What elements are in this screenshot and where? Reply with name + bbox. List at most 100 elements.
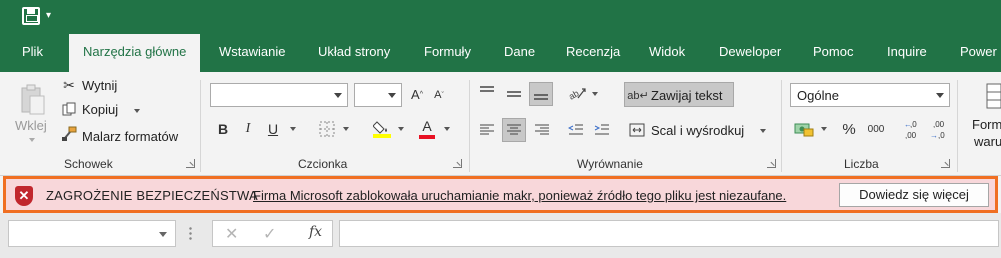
shield-icon: ✕ [15, 186, 33, 206]
copy-dropdown-icon[interactable] [134, 109, 140, 113]
align-top-icon[interactable] [478, 84, 496, 100]
increase-decimal-icon[interactable]: ← ,0,00 [900, 117, 922, 141]
accounting-format-icon[interactable] [793, 120, 815, 138]
insert-function-icon[interactable]: fx [309, 224, 322, 240]
wrap-text-icon: ab↵ [627, 89, 649, 102]
accounting-dropdown-icon[interactable] [821, 127, 827, 131]
tab-power[interactable]: Power [960, 34, 997, 72]
alignment-launcher-icon[interactable] [767, 159, 776, 168]
formula-buttons: ✕ ✓ fx [212, 220, 333, 247]
paste-dropdown-icon[interactable] [29, 138, 35, 142]
ribbon: Wklej ✂ Wytnij Kopiuj Malarz formatów Sc… [0, 72, 1001, 176]
comma-style-button[interactable]: 000 [864, 120, 888, 138]
group-divider [781, 80, 782, 172]
svg-text:,00: ,00 [933, 120, 945, 129]
increase-indent-icon[interactable] [593, 122, 611, 138]
borders-dropdown-icon[interactable] [343, 127, 349, 131]
font-size-combobox[interactable] [354, 83, 402, 107]
chevron-down-icon [936, 93, 944, 98]
title-bar: ▾ [0, 0, 1001, 34]
conditional-formatting-icon[interactable] [985, 82, 1001, 110]
conditional-formatting-label-1[interactable]: Form [972, 117, 1001, 132]
tab-deweloper[interactable]: Deweloper [719, 34, 781, 72]
align-bottom-icon[interactable] [529, 82, 553, 106]
formula-bar: ✕ ✓ fx [0, 213, 1001, 258]
tab-pomoc[interactable]: Pomoc [813, 34, 853, 72]
font-group-label: Czcionka [298, 157, 348, 171]
decrease-decimal-icon[interactable]: ,00 → ,0 [928, 117, 950, 141]
fill-color-icon[interactable] [372, 118, 392, 140]
copy-icon [61, 101, 77, 117]
percent-style-button[interactable]: % [840, 119, 858, 139]
bold-button[interactable]: B [215, 119, 231, 139]
align-center-icon[interactable] [502, 118, 526, 142]
security-warning-message[interactable]: Firma Microsoft zablokowała uruchamianie… [253, 188, 786, 203]
chevron-down-icon [388, 93, 396, 98]
tab-inquire[interactable]: Inquire [887, 34, 927, 72]
paste-icon[interactable] [18, 82, 48, 120]
conditional-formatting-label-2[interactable]: waru [974, 134, 1001, 149]
italic-button[interactable]: I [240, 119, 256, 139]
number-group-label: Liczba [844, 157, 879, 171]
merge-center-dropdown-icon[interactable] [760, 129, 766, 133]
borders-icon[interactable] [318, 120, 336, 138]
ribbon-tab-bar: Plik Narzędzia główne Wstawianie Układ s… [0, 34, 1001, 74]
number-format-combobox[interactable]: Ogólne [790, 83, 950, 107]
svg-text:,0: ,0 [938, 131, 945, 140]
align-middle-icon[interactable] [505, 86, 523, 102]
tab-recenzja[interactable]: Recenzja [566, 34, 620, 72]
resize-handle[interactable] [189, 226, 192, 240]
group-divider [469, 80, 470, 172]
fill-color-dropdown-icon[interactable] [398, 127, 404, 131]
font-color-icon[interactable]: A [418, 118, 436, 140]
orientation-dropdown-icon[interactable] [592, 92, 598, 96]
security-warning-title: ZAGROŻENIE BEZPIECZEŃSTWA [46, 188, 258, 203]
tab-plik[interactable]: Plik [22, 34, 43, 72]
chevron-down-icon [334, 93, 342, 98]
align-right-icon[interactable] [533, 122, 551, 138]
learn-more-button[interactable]: Dowiedz się więcej [839, 183, 989, 207]
security-warning-bar: ✕ ZAGROŻENIE BEZPIECZEŃSTWA Firma Micros… [3, 176, 998, 213]
name-box[interactable] [8, 220, 176, 247]
svg-text:ab: ab [567, 88, 581, 101]
customize-dropdown-icon[interactable]: ▾ [46, 11, 51, 21]
enter-icon[interactable]: ✓ [263, 224, 276, 244]
cut-button[interactable]: Wytnij [82, 78, 117, 93]
copy-button[interactable]: Kopiuj [82, 102, 118, 117]
svg-text:→: → [930, 131, 938, 140]
save-icon[interactable] [22, 7, 40, 25]
merge-center-button[interactable]: Scal i wyśrodkuj [651, 123, 744, 138]
scissors-icon: ✂ [63, 76, 75, 93]
orientation-icon[interactable]: ab [566, 84, 588, 102]
underline-button[interactable]: U [265, 119, 281, 139]
tab-dane[interactable]: Dane [504, 34, 535, 72]
chevron-down-icon [159, 232, 167, 237]
tab-narzedzia-glowne[interactable]: Narzędzia główne [69, 34, 201, 74]
decrease-indent-icon[interactable] [567, 122, 585, 138]
underline-dropdown-icon[interactable] [290, 127, 296, 131]
cancel-icon[interactable]: ✕ [225, 224, 238, 244]
format-painter-button[interactable]: Malarz formatów [82, 129, 178, 144]
formula-input[interactable] [339, 220, 999, 247]
clipboard-launcher-icon[interactable] [186, 159, 195, 168]
align-left-icon[interactable] [478, 122, 496, 138]
group-divider [957, 80, 958, 172]
alignment-group-label: Wyrównanie [577, 157, 643, 171]
svg-text:,00: ,00 [905, 131, 917, 140]
tab-uklad-strony[interactable]: Układ strony [318, 34, 390, 72]
font-launcher-icon[interactable] [453, 159, 462, 168]
format-painter-icon [61, 126, 77, 142]
font-color-dropdown-icon[interactable] [444, 127, 450, 131]
increase-font-size-icon[interactable]: A ^ [409, 84, 425, 104]
clipboard-group-label: Schowek [64, 157, 113, 171]
merge-center-icon [628, 122, 646, 138]
tab-wstawianie[interactable]: Wstawianie [219, 34, 285, 72]
paste-button-label[interactable]: Wklej [15, 118, 47, 133]
number-launcher-icon[interactable] [941, 159, 950, 168]
svg-text:,0: ,0 [910, 120, 917, 129]
decrease-font-size-icon[interactable]: Aˇ [431, 86, 447, 104]
tab-widok[interactable]: Widok [649, 34, 685, 72]
wrap-text-button[interactable]: ab↵ Zawijaj tekst [624, 82, 734, 107]
tab-formuly[interactable]: Formuły [424, 34, 471, 72]
font-name-combobox[interactable] [210, 83, 348, 107]
